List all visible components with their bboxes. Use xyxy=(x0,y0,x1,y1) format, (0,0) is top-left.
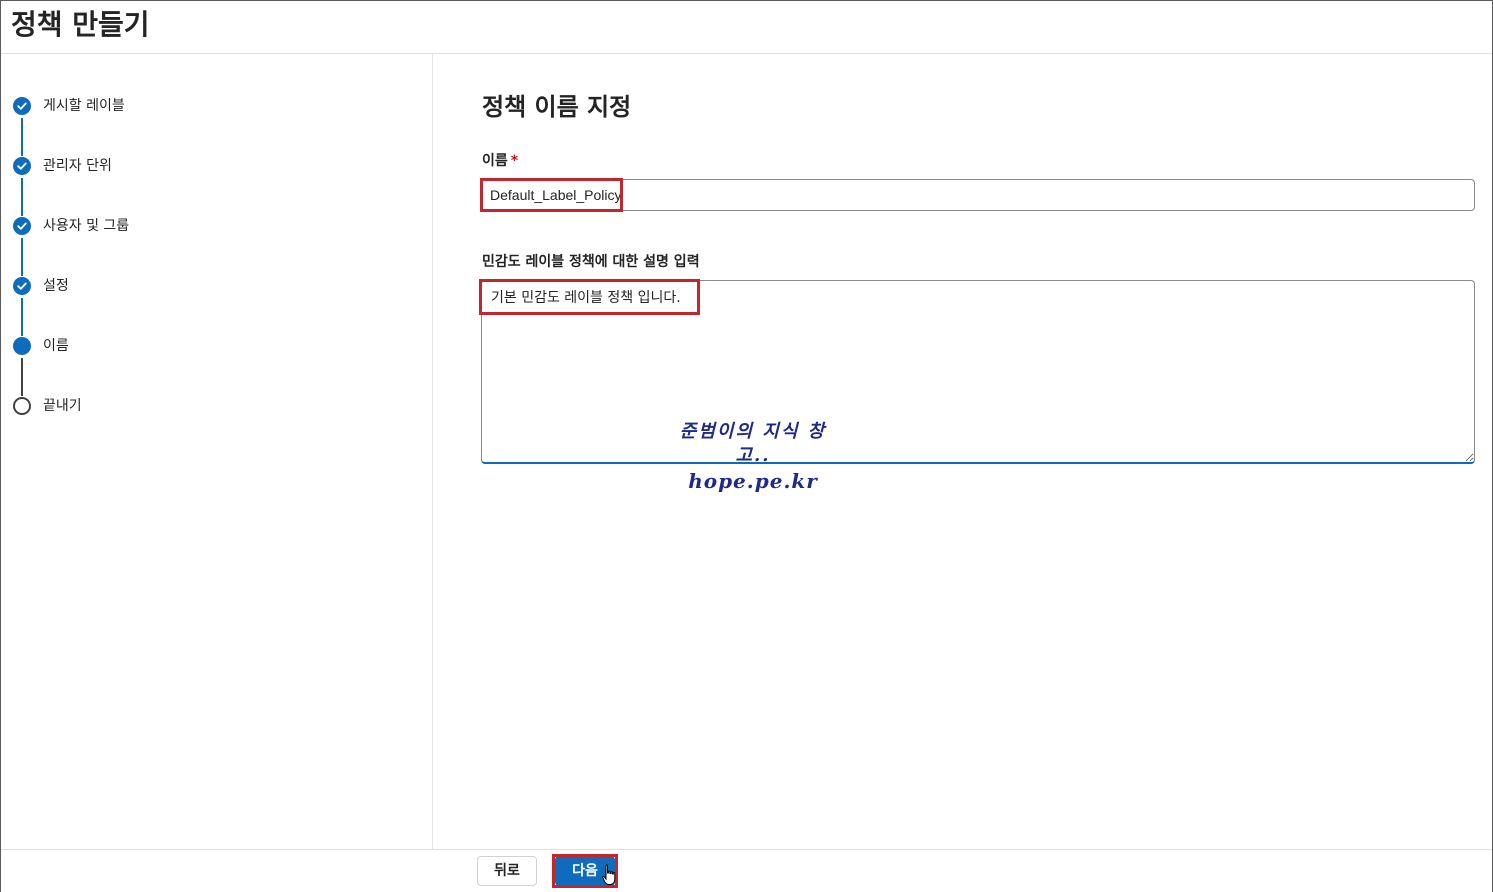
wizard-step-label: 이름 xyxy=(43,338,69,354)
required-asterisk: * xyxy=(510,153,519,169)
wizard-step-label: 관리자 단위 xyxy=(43,158,112,174)
step-connector xyxy=(21,238,23,276)
wizard-step-finish[interactable]: 끝내기 xyxy=(13,397,413,419)
wizard-step-settings[interactable]: 설정 xyxy=(13,277,413,299)
hand-pointer-icon xyxy=(602,864,616,885)
wizard-step-publish-labels[interactable]: 게시할 레이블 xyxy=(13,97,413,119)
wizard-step-label: 사용자 및 그룹 xyxy=(43,218,130,234)
wizard-step-label: 게시할 레이블 xyxy=(43,98,125,114)
checkmark-icon xyxy=(13,97,31,115)
wizard-steps-sidebar: 게시할 레이블 관리자 단위 사용자 및 그룹 설정 이름 끝내기 xyxy=(1,54,433,849)
checkmark-icon xyxy=(13,157,31,175)
name-field-label: 이름 * xyxy=(482,152,518,170)
checkmark-icon xyxy=(13,277,31,295)
page-title: 정책 만들기 xyxy=(11,8,150,41)
main-content: 정책 이름 지정 이름* 민감도 레이블 정책에 대한 설명 입력 기본 민감도… xyxy=(433,54,1491,849)
description-label: 민감도 레이블 정책에 대한 설명 입력 xyxy=(482,254,700,270)
wizard-step-name[interactable]: 이름 xyxy=(13,337,413,359)
wizard-footer: 뒤로 다음 xyxy=(1,849,1492,892)
policy-name-input[interactable] xyxy=(481,179,1475,211)
wizard-step-admin-units[interactable]: 관리자 단위 xyxy=(13,157,413,179)
back-button[interactable]: 뒤로 xyxy=(477,856,537,886)
name-label-text: 이름 xyxy=(482,153,508,169)
step-connector xyxy=(21,118,23,156)
step-connector xyxy=(21,178,23,216)
watermark-line2: hope.pe.kr xyxy=(688,469,818,493)
wizard-step-label: 설정 xyxy=(43,278,69,294)
step-connector xyxy=(21,358,23,396)
empty-circle-icon xyxy=(13,397,31,415)
section-title: 정책 이름 지정 xyxy=(482,93,632,121)
page-header: 정책 만들기 xyxy=(1,1,1492,54)
current-step-dot-icon xyxy=(13,337,31,355)
policy-description-textarea[interactable]: 기본 민감도 레이블 정책 입니다. xyxy=(481,280,1475,464)
wizard-step-users-groups[interactable]: 사용자 및 그룹 xyxy=(13,217,413,239)
step-connector xyxy=(21,298,23,336)
wizard-step-label: 끝내기 xyxy=(43,398,82,414)
checkmark-icon xyxy=(13,217,31,235)
